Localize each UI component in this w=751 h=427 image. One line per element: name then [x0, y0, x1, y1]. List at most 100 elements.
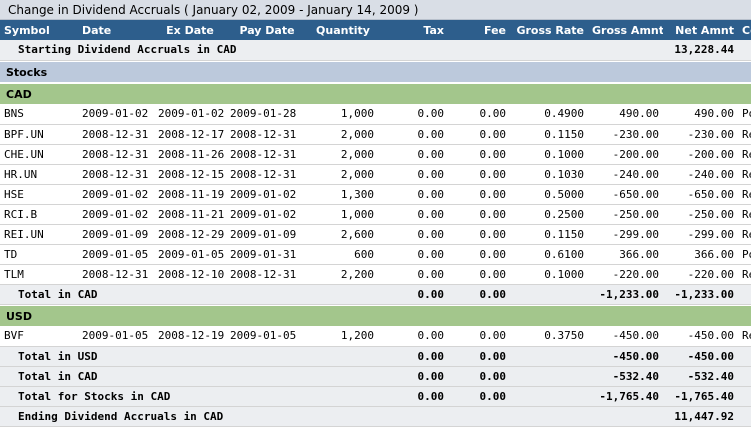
cell-code: Re	[738, 184, 751, 205]
total-fee: 0.00	[448, 366, 510, 387]
cell-tax: 0.00	[378, 124, 448, 145]
cell-gross-rate: 0.6100	[510, 244, 588, 265]
table-row[interactable]: RCI.B 2009-01-02 2008-11-21 2009-01-02 1,000…	[0, 204, 751, 225]
starting-label: Starting Dividend Accruals in CAD	[0, 40, 663, 61]
cell-gross-amnt: -250.00	[588, 204, 663, 225]
cell-pay-date: 2009-01-02	[226, 184, 308, 205]
table-row[interactable]: REI.UN 2009-01-09 2008-12-29 2009-01-09 2,60…	[0, 224, 751, 245]
cell-net-amnt: 490.00	[663, 104, 738, 125]
cell-fee: 0.00	[448, 224, 510, 245]
cell-gross-rate: 0.3750	[510, 326, 588, 347]
total-fee: 0.00	[448, 346, 510, 367]
col-tax[interactable]: Tax	[378, 20, 448, 40]
table-row[interactable]: BNS 2009-01-02 2009-01-02 2009-01-28 1,000 0.…	[0, 104, 751, 125]
total-stocks-row: Total for Stocks in CAD 0.00 0.00 -1,765…	[0, 386, 751, 407]
cell-code: Re	[738, 144, 751, 165]
total-gross: -1,765.40	[588, 386, 663, 407]
table-row[interactable]: HSE 2009-01-02 2008-11-19 2009-01-02 1,300 0.…	[0, 184, 751, 205]
cell-date: 2009-01-02	[78, 204, 154, 225]
cell-pay-date: 2009-01-05	[226, 326, 308, 347]
cell-date: 2009-01-05	[78, 326, 154, 347]
total-label: Total in USD	[0, 346, 378, 367]
cell-code: Po	[738, 104, 751, 125]
cell-net-amnt: -220.00	[663, 264, 738, 285]
cell-code: Re	[738, 224, 751, 245]
cell-ex-date: 2009-01-05	[154, 244, 226, 265]
total-net: -1,765.40	[663, 386, 738, 407]
cell-quantity: 2,200	[308, 264, 378, 285]
col-fee[interactable]: Fee	[448, 20, 510, 40]
col-net-amnt[interactable]: Net Amnt	[663, 20, 738, 40]
cell-symbol: REI.UN	[0, 224, 78, 245]
total-usd-row: Total in USD 0.00 0.00 -450.00 -450.00	[0, 346, 751, 367]
cell-fee: 0.00	[448, 244, 510, 265]
cell-tax: 0.00	[378, 184, 448, 205]
cell-date: 2009-01-02	[78, 104, 154, 125]
cell-ex-date: 2008-12-29	[154, 224, 226, 245]
cell-symbol: HR.UN	[0, 164, 78, 185]
cell-fee: 0.00	[448, 264, 510, 285]
cell-code: Po	[738, 244, 751, 265]
cell-code: Re	[738, 164, 751, 185]
total-net: -450.00	[663, 346, 738, 367]
table-row[interactable]: HR.UN 2008-12-31 2008-12-15 2008-12-31 2,000…	[0, 164, 751, 185]
cell-symbol: TLM	[0, 264, 78, 285]
total-tax: 0.00	[378, 386, 448, 407]
cell-pay-date: 2008-12-31	[226, 264, 308, 285]
cell-ex-date: 2008-12-17	[154, 124, 226, 145]
col-pay-date[interactable]: Pay Date	[226, 20, 308, 40]
col-code[interactable]: Code	[738, 20, 751, 40]
total-net: -1,233.00	[663, 284, 738, 305]
cell-date: 2009-01-09	[78, 224, 154, 245]
cell-quantity: 2,000	[308, 164, 378, 185]
cell-date: 2008-12-31	[78, 264, 154, 285]
col-gross-amnt[interactable]: Gross Amnt	[588, 20, 663, 40]
cell-net-amnt: 366.00	[663, 244, 738, 265]
cell-net-amnt: -230.00	[663, 124, 738, 145]
table-row[interactable]: CHE.UN 2008-12-31 2008-11-26 2008-12-31 2,00…	[0, 144, 751, 165]
cell-ex-date: 2008-12-10	[154, 264, 226, 285]
cell-quantity: 1,300	[308, 184, 378, 205]
cell-tax: 0.00	[378, 244, 448, 265]
table-row[interactable]: BVF 2009-01-05 2008-12-19 2009-01-05 1,200 0.…	[0, 326, 751, 347]
cell-gross-amnt: 490.00	[588, 104, 663, 125]
cell-date: 2008-12-31	[78, 124, 154, 145]
cell-tax: 0.00	[378, 264, 448, 285]
cell-symbol: HSE	[0, 184, 78, 205]
cell-pay-date: 2009-01-31	[226, 244, 308, 265]
col-symbol[interactable]: Symbol	[0, 20, 78, 40]
dividend-accruals-table: Symbol Date Ex Date Pay Date Quantity Ta…	[0, 20, 751, 427]
starting-accruals-row: Starting Dividend Accruals in CAD 13,228…	[0, 40, 751, 61]
col-quantity[interactable]: Quantity	[308, 20, 378, 40]
cell-code: Re	[738, 326, 751, 347]
col-date[interactable]: Date	[78, 20, 154, 40]
cell-net-amnt: -650.00	[663, 184, 738, 205]
cell-symbol: CHE.UN	[0, 144, 78, 165]
table-row[interactable]: BPF.UN 2008-12-31 2008-12-17 2008-12-31 2,00…	[0, 124, 751, 145]
report-title: Change in Dividend Accruals ( January 02…	[0, 0, 751, 20]
cell-net-amnt: -200.00	[663, 144, 738, 165]
total-net: -532.40	[663, 366, 738, 387]
col-gross-rate[interactable]: Gross Rate	[510, 20, 588, 40]
col-ex-date[interactable]: Ex Date	[154, 20, 226, 40]
cell-gross-rate: 0.1150	[510, 224, 588, 245]
table-row[interactable]: TLM 2008-12-31 2008-12-10 2008-12-31 2,200 0.…	[0, 264, 751, 285]
cell-tax: 0.00	[378, 104, 448, 125]
cell-tax: 0.00	[378, 204, 448, 225]
cell-symbol: TD	[0, 244, 78, 265]
cell-tax: 0.00	[378, 144, 448, 165]
cell-symbol: BPF.UN	[0, 124, 78, 145]
cell-code: Re	[738, 124, 751, 145]
total-tax: 0.00	[378, 366, 448, 387]
cell-quantity: 2,000	[308, 144, 378, 165]
cell-code: Re	[738, 264, 751, 285]
cell-quantity: 1,200	[308, 326, 378, 347]
cell-code: Re	[738, 204, 751, 225]
cell-gross-amnt: -450.00	[588, 326, 663, 347]
cell-ex-date: 2008-12-19	[154, 326, 226, 347]
table-row[interactable]: TD 2009-01-05 2009-01-05 2009-01-31 600 0.00 0…	[0, 244, 751, 265]
cell-pay-date: 2009-01-09	[226, 224, 308, 245]
cell-fee: 0.00	[448, 184, 510, 205]
total-cad-row: Total in CAD 0.00 0.00 -1,233.00 -1,233.…	[0, 284, 751, 305]
currency-label: USD	[0, 306, 751, 326]
